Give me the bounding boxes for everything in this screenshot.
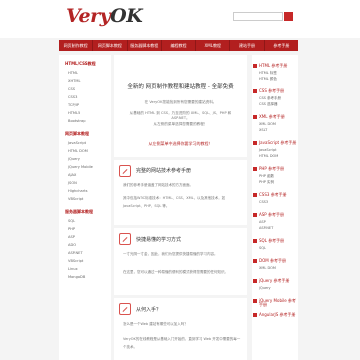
- logo-ok: OK: [110, 5, 143, 27]
- sidebar-link[interactable]: CSS: [59, 85, 111, 93]
- reference-link[interactable]: XML DOM: [252, 122, 276, 126]
- sidebar-link[interactable]: Highcharts: [59, 187, 111, 195]
- sidebar-section-title: HTML/CSS教程: [65, 61, 96, 66]
- hero-highlight: 从左侧菜单中选择你要学习的教程！: [148, 141, 213, 146]
- nav-item[interactable]: 服务器脚本教程: [128, 40, 162, 51]
- sidebar-link[interactable]: ADO: [59, 241, 111, 249]
- sidebar-link[interactable]: PHP: [59, 225, 111, 233]
- reference-group-title[interactable]: ASP 参考手册: [252, 213, 284, 217]
- reference-link[interactable]: CSS3: [252, 200, 268, 204]
- hero-text: 从左侧的菜单选择您需要的教程！: [153, 122, 208, 126]
- section-divider: [114, 225, 247, 228]
- reference-group-title[interactable]: SQL 参考手册: [252, 239, 284, 243]
- sidebar-link[interactable]: XHTML: [59, 77, 111, 85]
- right-sidebar: HTML 参考手册 HTML 标签 HTML 颜色 CSS 参考手册 CSS 参…: [252, 55, 298, 360]
- reference-group-title[interactable]: PHP 参考手册: [252, 167, 284, 171]
- hero-title: 全新的 网页制作教程和建站教程 - 全部免费: [127, 84, 234, 90]
- nav-item[interactable]: 网页制作教程: [59, 40, 94, 51]
- reference-link[interactable]: XSLT: [252, 128, 267, 132]
- edit-icon: [119, 303, 131, 315]
- hero-text: 在 VeryOK您能找到所有您需要的建站资料。: [144, 100, 217, 104]
- section-title: 快捷易懂的学习方式: [136, 237, 182, 243]
- reference-group-title[interactable]: XML 参考手册: [252, 115, 285, 119]
- main-content: 全新的 网页制作教程和建站教程 - 全部免费 在 VeryOK您能找到所有您需要…: [114, 55, 247, 360]
- sidebar-link[interactable]: Bootstrap: [59, 117, 111, 125]
- sidebar-link[interactable]: ASP: [59, 233, 111, 241]
- section-text: VeryOK的在线教程是从基础入门开始的，直到学习 Web 开发中需要的每一个技…: [123, 337, 241, 349]
- sidebar-link[interactable]: VBScript: [59, 195, 111, 203]
- section-text: 在这里，您可以通过一种易懂的便利的模式获得您需要的任何知识。: [123, 270, 228, 274]
- hero-text: 从基础的 HTML 到 CSS，乃至进阶的 XML、SQL、JS、PHP 和 A…: [129, 111, 232, 120]
- reference-link[interactable]: CSS 选择器: [252, 102, 278, 107]
- section-divider: [114, 295, 247, 298]
- reference-group-title[interactable]: AngularJS 参考手册: [252, 313, 296, 317]
- sidebar-link[interactable]: Linux: [59, 265, 111, 273]
- sidebar-link[interactable]: jQuery: [59, 155, 111, 163]
- nav-item[interactable]: XML教程: [196, 40, 231, 51]
- sidebar-link[interactable]: AJAX: [59, 171, 111, 179]
- reference-link[interactable]: PHP 函数: [252, 174, 274, 179]
- section-title: 完整的网站技术参考手册: [136, 168, 192, 174]
- reference-link[interactable]: PHP 实例: [252, 180, 274, 185]
- reference-link[interactable]: SQL: [252, 246, 266, 250]
- sidebar-link[interactable]: JSON: [59, 179, 111, 187]
- sidebar-link[interactable]: MongoDB: [59, 273, 111, 281]
- reference-link[interactable]: JavaScript: [252, 148, 277, 152]
- section-title: 从何入手？: [136, 307, 162, 313]
- sidebar-link[interactable]: VBScript: [59, 257, 111, 265]
- reference-group-title[interactable]: CSS3 参考手册: [252, 193, 287, 197]
- reference-link[interactable]: XML DOM: [252, 266, 276, 270]
- sidebar-link[interactable]: HTML5: [59, 109, 111, 117]
- nav-item[interactable]: 建站手册: [230, 40, 265, 51]
- section-text: 我们的参考手册涵盖了网站技术的方方面面。: [123, 183, 193, 187]
- nav-item[interactable]: 编程教程: [162, 40, 197, 51]
- reference-group-title[interactable]: jQuery 参考手册: [252, 279, 290, 283]
- edit-icon: [119, 233, 131, 245]
- reference-link[interactable]: ASP: [252, 220, 266, 224]
- left-sidebar: HTML/CSS教程 HTML XHTML CSS CSS3 TCP/IP HT…: [59, 55, 111, 360]
- reference-group-title[interactable]: CSS 参考手册: [252, 89, 284, 93]
- sidebar-link[interactable]: SQL: [59, 217, 111, 225]
- reference-link[interactable]: HTML 颜色: [252, 77, 277, 82]
- main-nav: 网页制作教程 网页脚本教程 服务器脚本教程 编程教程 XML教程 建站手册 参考…: [59, 40, 298, 51]
- nav-item[interactable]: 参考手册: [265, 40, 298, 51]
- reference-group-title[interactable]: HTML 参考手册: [252, 64, 287, 68]
- reference-group-title[interactable]: JavaScript 参考手册: [252, 141, 296, 145]
- sidebar-link[interactable]: HTML: [59, 69, 111, 77]
- reference-link[interactable]: jQuery: [252, 286, 271, 290]
- sidebar-link[interactable]: jQuery Mobile: [59, 163, 111, 171]
- section-text: 怎么是一个Web 建站有哪些可以加入吗？: [123, 322, 188, 326]
- section-divider: [114, 157, 247, 160]
- site-logo[interactable]: VeryOK: [66, 5, 143, 27]
- search-input[interactable]: [233, 12, 283, 21]
- reference-group-title[interactable]: DOM 参考手册: [252, 259, 286, 263]
- nav-item[interactable]: 网页脚本教程: [93, 40, 128, 51]
- sidebar-link[interactable]: HTML DOM: [59, 147, 111, 155]
- sidebar-section-title: 服务器脚本教程: [65, 209, 93, 214]
- sidebar-link[interactable]: ASP.NET: [59, 249, 111, 257]
- search-button[interactable]: [284, 12, 293, 21]
- sidebar-link[interactable]: JavaScript: [59, 139, 111, 147]
- reference-link[interactable]: HTML 标签: [252, 71, 277, 76]
- section-text: 其中包括W3C标准技术：HTML、CSS、XML，以及其他技术，如 JavaSc…: [123, 196, 226, 208]
- reference-link[interactable]: ASP.NET: [252, 226, 273, 230]
- reference-link[interactable]: HTML DOM: [252, 154, 278, 158]
- section-text: 一寸光阴一寸金，因此，我们为您提供快捷易懂的学习内容。: [123, 252, 218, 256]
- sidebar-link[interactable]: TCP/IP: [59, 101, 111, 109]
- logo-very: Very: [66, 5, 111, 27]
- sidebar-section-title: 网页脚本教程: [65, 131, 89, 136]
- edit-icon: [119, 165, 131, 177]
- sidebar-link[interactable]: CSS3: [59, 93, 111, 101]
- reference-link[interactable]: CSS 参考手册: [252, 96, 281, 101]
- site-header: VeryOK: [0, 0, 360, 38]
- reference-group-title[interactable]: jQuery Mobile 参考手册: [252, 299, 298, 307]
